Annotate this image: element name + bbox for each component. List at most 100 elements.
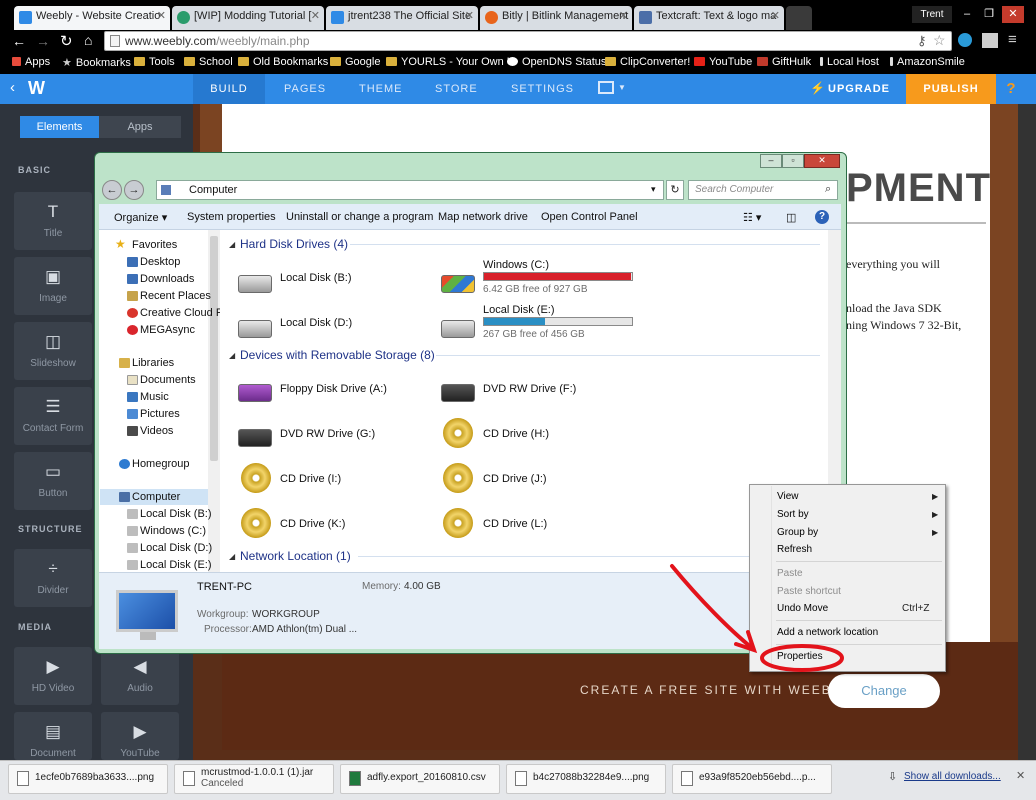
element-slideshow[interactable]: ◫ Slideshow bbox=[14, 322, 92, 380]
element-image[interactable]: ▣ Image bbox=[14, 257, 92, 315]
breadcrumb[interactable]: Computer bbox=[189, 184, 237, 196]
bookmark-amazonsmile[interactable]: AmazonSmile bbox=[890, 56, 965, 68]
key-icon[interactable]: ⚷ bbox=[917, 33, 927, 49]
page-text-line-2[interactable]: nload the Java SDK bbox=[846, 301, 942, 316]
element-contact-form[interactable]: ☰ Contact Form bbox=[14, 387, 92, 445]
banner-title[interactable]: PMENT bbox=[846, 166, 991, 211]
menu-item-sort-by[interactable]: Sort by bbox=[777, 509, 809, 520]
bookmark-star-icon[interactable]: ☆ bbox=[933, 32, 946, 49]
back-icon[interactable]: ← bbox=[12, 33, 26, 49]
upgrade-button[interactable]: UPGRADE bbox=[828, 83, 890, 95]
nav-computer[interactable]: Computer bbox=[119, 491, 180, 503]
nav-local-disk-b[interactable]: Local Disk (B:) bbox=[127, 508, 212, 520]
drive-floppy-a[interactable]: Floppy Disk Drive (A:) bbox=[280, 383, 387, 395]
nav-local-disk-e[interactable]: Local Disk (E:) bbox=[127, 559, 212, 571]
publish-button[interactable]: PUBLISH bbox=[906, 74, 996, 104]
explorer-maximize-icon[interactable]: ▫ bbox=[782, 154, 804, 168]
nav-local-disk-d[interactable]: Local Disk (D:) bbox=[127, 542, 212, 554]
explorer-minimize-icon[interactable]: – bbox=[760, 154, 782, 168]
drive-local-disk-b[interactable]: Local Disk (B:) bbox=[280, 272, 352, 284]
home-icon[interactable]: ⌂ bbox=[84, 32, 92, 48]
browser-tab-bitly[interactable]: Bitly | Bitlink Management ✕ bbox=[480, 6, 632, 30]
element-document[interactable]: ▤ Document bbox=[14, 712, 92, 760]
close-icon[interactable]: ✕ bbox=[311, 9, 320, 22]
drive-dvd-g[interactable]: DVD RW Drive (G:) bbox=[280, 428, 375, 440]
drive-cd-j[interactable]: CD Drive (J:) bbox=[483, 473, 547, 485]
menu-item-refresh[interactable]: Refresh bbox=[777, 544, 812, 555]
element-title[interactable]: T Title bbox=[14, 192, 92, 250]
reload-icon[interactable]: ↻ bbox=[60, 32, 73, 50]
menu-item-view[interactable]: View bbox=[777, 491, 799, 502]
download-item[interactable]: adfly.export_20160810.csv bbox=[340, 764, 500, 794]
drive-cd-k[interactable]: CD Drive (K:) bbox=[280, 518, 345, 530]
browser-tab-modding[interactable]: [WIP] Modding Tutorial [ ✕ bbox=[172, 6, 324, 30]
nav-settings[interactable]: SETTINGS bbox=[511, 83, 574, 95]
device-preview-icon[interactable] bbox=[598, 81, 614, 94]
explorer-back-icon[interactable]: ← bbox=[102, 180, 122, 200]
tab-elements[interactable]: Elements bbox=[20, 116, 99, 138]
nav-windows-c[interactable]: Windows (C:) bbox=[127, 525, 206, 537]
drive-windows-c[interactable]: Windows (C:) bbox=[483, 259, 549, 271]
view-options-icon[interactable]: ☷ ▾ bbox=[743, 211, 761, 224]
nav-music[interactable]: Music bbox=[127, 391, 169, 403]
bookmark-old-bookmarks[interactable]: Old Bookmarks bbox=[238, 56, 328, 68]
refresh-icon[interactable]: ↻ bbox=[666, 180, 684, 200]
restore-icon[interactable]: ❐ bbox=[978, 6, 1000, 23]
drive-dvd-f[interactable]: DVD RW Drive (F:) bbox=[483, 383, 576, 395]
uninstall-program-button[interactable]: Uninstall or change a program bbox=[286, 211, 433, 223]
organize-button[interactable]: Organize ▾ bbox=[114, 211, 167, 224]
nav-scrollbar[interactable] bbox=[208, 230, 220, 572]
help-icon[interactable]: ? bbox=[815, 210, 829, 224]
chevron-down-icon[interactable]: ▼ bbox=[618, 83, 626, 92]
bookmark-gifthulk[interactable]: GiftHulk bbox=[757, 56, 811, 68]
download-item[interactable]: e93a9f8520eb56ebd....p... bbox=[672, 764, 832, 794]
forward-icon[interactable]: → bbox=[36, 33, 50, 49]
bookmark-google[interactable]: Google bbox=[330, 56, 380, 68]
bookmark-tools[interactable]: Tools bbox=[134, 56, 175, 68]
extension-icon[interactable] bbox=[982, 33, 998, 48]
browser-tab-jtrent[interactable]: jtrent238 The Official Site ✕ bbox=[326, 6, 478, 30]
drive-cd-i[interactable]: CD Drive (I:) bbox=[280, 473, 341, 485]
drive-local-disk-d[interactable]: Local Disk (D:) bbox=[280, 317, 352, 329]
address-dropdown-icon[interactable]: ▾ bbox=[651, 184, 656, 195]
bookmark-bookmarks[interactable]: ★ Bookmarks bbox=[62, 56, 131, 69]
element-audio[interactable]: ◀ Audio bbox=[101, 647, 179, 705]
drive-cd-l[interactable]: CD Drive (L:) bbox=[483, 518, 547, 530]
address-bar[interactable]: www.weebly.com/weebly/main.php ⚷ ☆ bbox=[104, 31, 952, 51]
drive-cd-h[interactable]: CD Drive (H:) bbox=[483, 428, 549, 440]
menu-icon[interactable]: ≡ bbox=[1008, 31, 1017, 48]
browser-tab-weebly[interactable]: Weebly - Website Creatio ✕ bbox=[14, 6, 170, 30]
bookmark-opendns[interactable]: OpenDNS Status bbox=[507, 56, 606, 68]
close-icon[interactable]: ✕ bbox=[465, 9, 474, 22]
search-icon[interactable]: ⌕ bbox=[825, 183, 831, 196]
page-text-line-3[interactable]: ning Windows 7 32-Bit, bbox=[846, 318, 961, 333]
group-hard-disk-drives[interactable]: Hard Disk Drives (4) bbox=[240, 237, 348, 251]
group-network-location[interactable]: Network Location (1) bbox=[240, 549, 351, 563]
element-hd-video[interactable]: ▶ HD Video bbox=[14, 647, 92, 705]
page-text-line-1[interactable]: everything you will bbox=[846, 257, 940, 272]
window-close-icon[interactable]: ✕ bbox=[1002, 6, 1024, 23]
nav-pages[interactable]: PAGES bbox=[284, 83, 326, 95]
back-arrow-icon[interactable]: ‹ bbox=[10, 79, 15, 96]
bookmark-youtube[interactable]: YouTube bbox=[694, 56, 752, 68]
nav-recent-places[interactable]: Recent Places bbox=[127, 290, 211, 302]
editor-scrollbar[interactable] bbox=[1018, 104, 1036, 760]
collapse-icon[interactable]: ◢ bbox=[229, 240, 235, 249]
close-downloads-icon[interactable]: ✕ bbox=[1016, 769, 1025, 782]
explorer-forward-icon[interactable]: → bbox=[124, 180, 144, 200]
weebly-logo-icon[interactable]: W bbox=[28, 78, 45, 99]
download-item[interactable]: b4c27088b32284e9....png bbox=[506, 764, 666, 794]
bookmark-apps[interactable]: Apps bbox=[12, 56, 50, 68]
nav-downloads[interactable]: Downloads bbox=[127, 273, 194, 285]
nav-store[interactable]: STORE bbox=[435, 83, 478, 95]
download-item[interactable]: 1ecfe0b7689ba3633....png bbox=[8, 764, 168, 794]
preview-pane-icon[interactable]: ◫ bbox=[786, 211, 796, 224]
map-network-drive-button[interactable]: Map network drive bbox=[438, 211, 528, 223]
browser-tab-textcraft[interactable]: Textcraft: Text & logo ma ✕ bbox=[634, 6, 784, 30]
nav-theme[interactable]: THEME bbox=[359, 83, 403, 95]
close-icon[interactable]: ✕ bbox=[157, 9, 166, 22]
open-control-panel-button[interactable]: Open Control Panel bbox=[541, 211, 638, 223]
system-properties-button[interactable]: System properties bbox=[187, 211, 276, 223]
bookmark-school[interactable]: School bbox=[184, 56, 233, 68]
collapse-icon[interactable]: ◢ bbox=[229, 552, 235, 561]
